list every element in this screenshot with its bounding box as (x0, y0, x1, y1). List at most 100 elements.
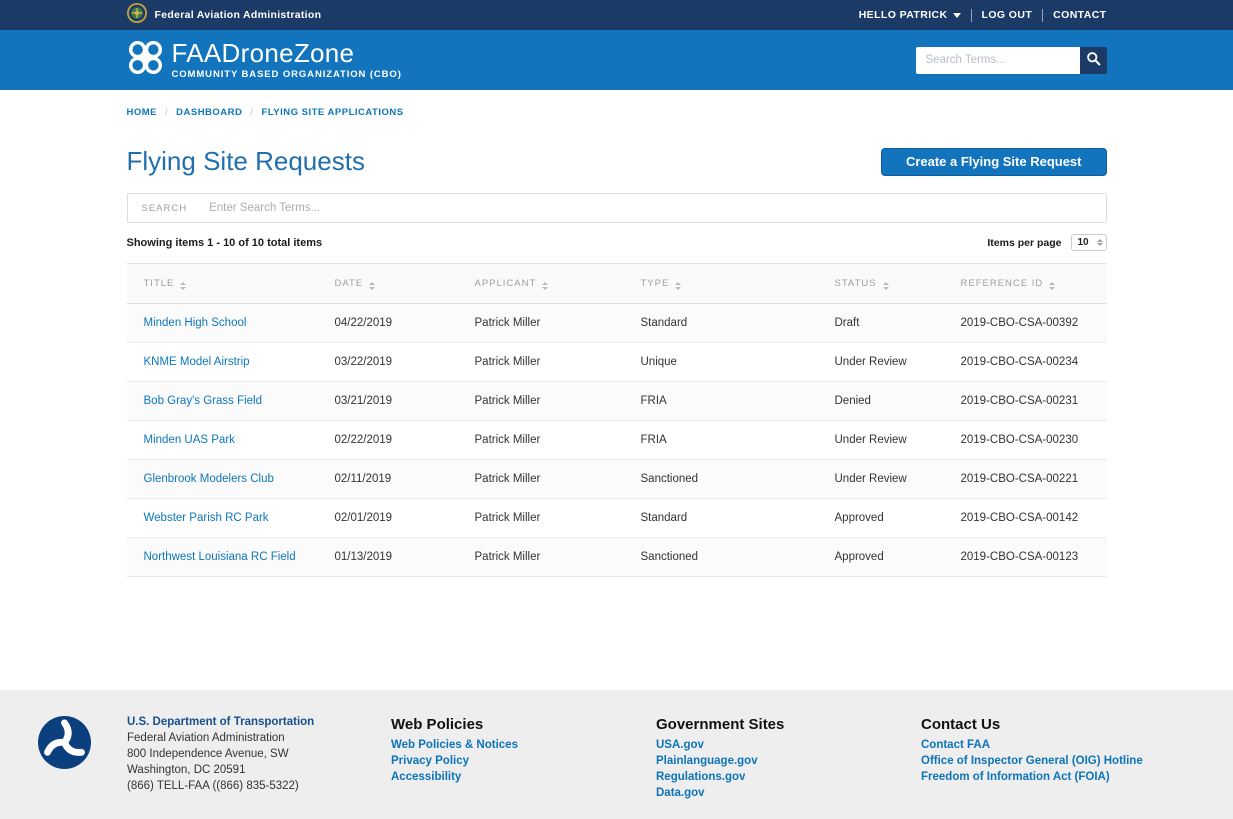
page-footer: U.S. Department of Transportation Federa… (0, 690, 1233, 819)
footer-link-usa-gov[interactable]: USA.gov (656, 737, 921, 753)
agency-label: Federal Aviation Administration (155, 9, 322, 21)
footer-link-office-of-inspector-general-oig-hotline[interactable]: Office of Inspector General (OIG) Hotlin… (921, 753, 1186, 769)
footer-department: U.S. Department of Transportation (127, 716, 391, 728)
column-header-label: REFERENCE ID (961, 278, 1044, 289)
footer-link-web-policies-notices[interactable]: Web Policies & Notices (391, 737, 656, 753)
cell-date: 04/22/2019 (318, 304, 458, 343)
contact-link[interactable]: CONTACT (1053, 9, 1106, 21)
table-body: Minden High School04/22/2019Patrick Mill… (127, 304, 1107, 577)
cell-title: Glenbrook Modelers Club (127, 460, 318, 499)
footer-link-accessibility[interactable]: Accessibility (391, 769, 656, 785)
request-title-link-minden-uas-park[interactable]: Minden UAS Park (144, 434, 235, 446)
footer-address-line: 800 Independence Avenue, SW (127, 746, 391, 762)
cell-title: Minden High School (127, 304, 318, 343)
breadcrumb-link-flying-site-applications[interactable]: FLYING SITE APPLICATIONS (262, 107, 404, 118)
breadcrumb-link-home[interactable]: HOME (127, 107, 158, 118)
chevron-down-icon (953, 13, 961, 18)
column-header-status[interactable]: STATUS (818, 264, 944, 304)
cell-title: Webster Parish RC Park (127, 499, 318, 538)
cell-reference-id: 2019-CBO-CSA-00142 (944, 499, 1107, 538)
cell-title: Bob Gray's Grass Field (127, 382, 318, 421)
table-search-panel: SEARCH (127, 193, 1107, 223)
cell-status: Under Review (818, 460, 944, 499)
cell-title: Minden UAS Park (127, 421, 318, 460)
flying-site-requests-table: TITLE DATE APPLICANT TYPE STATUS REFERENCE ID… (127, 263, 1107, 577)
footer-link-privacy-policy[interactable]: Privacy Policy (391, 753, 656, 769)
cell-type: FRIA (624, 382, 818, 421)
cell-type: Unique (624, 343, 818, 382)
cell-title: Northwest Louisiana RC Field (127, 538, 318, 577)
table-search-input[interactable] (209, 202, 1091, 214)
cell-applicant: Patrick Miller (458, 538, 624, 577)
brand-header: FAADroneZone COMMUNITY BASED ORGANIZATIO… (0, 30, 1233, 90)
breadcrumb: HOME/DASHBOARD/FLYING SITE APPLICATIONS (127, 90, 1107, 126)
request-title-link-northwest-louisiana-rc-field[interactable]: Northwest Louisiana RC Field (144, 551, 296, 563)
dot-logo-icon (38, 716, 91, 769)
items-per-page-select[interactable]: 10 (1071, 234, 1107, 251)
table-row: Minden High School 04/22/2019Patrick Mill… (127, 304, 1107, 343)
items-per-page-label: Items per page (987, 237, 1061, 249)
column-header-type[interactable]: TYPE (624, 264, 818, 304)
footer-column-web-policies: Web Policies Web Policies & NoticesPrivac… (391, 716, 656, 801)
cell-reference-id: 2019-CBO-CSA-00234 (944, 343, 1107, 382)
cell-reference-id: 2019-CBO-CSA-00392 (944, 304, 1107, 343)
footer-link-contact-faa[interactable]: Contact FAA (921, 737, 1186, 753)
footer-column-heading: Web Policies (391, 716, 656, 733)
dronezone-logo-icon (127, 39, 164, 81)
footer-link-plainlanguage-gov[interactable]: Plainlanguage.gov (656, 753, 921, 769)
table-header-row: TITLE DATE APPLICANT TYPE STATUS REFERENCE ID (127, 264, 1107, 304)
logout-link[interactable]: LOG OUT (982, 9, 1033, 21)
brand-name: FAADroneZone (172, 40, 402, 66)
cell-applicant: Patrick Miller (458, 421, 624, 460)
sort-icon (675, 282, 681, 290)
footer-address-lines: Federal Aviation Administration800 Indep… (127, 730, 391, 794)
cell-type: Standard (624, 304, 818, 343)
cell-title: KNME Model Airstrip (127, 343, 318, 382)
footer-address: U.S. Department of Transportation Federa… (127, 716, 391, 794)
table-row: Webster Parish RC Park02/01/2019Patrick … (127, 499, 1107, 538)
column-header-label: TYPE (641, 278, 670, 289)
footer-column-contact-us: Contact UsContact FAAOffice of Inspector… (921, 716, 1186, 801)
items-per-page-value: 10 (1078, 237, 1089, 248)
column-header-applicant[interactable]: APPLICANT (458, 264, 624, 304)
search-label: SEARCH (142, 203, 188, 214)
footer-columns: Web Policies Web Policies & NoticesPrivac… (391, 716, 1233, 801)
footer-address-line: Federal Aviation Administration (127, 730, 391, 746)
sort-icon (180, 282, 186, 290)
create-flying-site-request-button[interactable]: Create a Flying Site Request (881, 148, 1107, 176)
footer-link-data-gov[interactable]: Data.gov (656, 785, 921, 801)
brand-logo[interactable]: FAADroneZone COMMUNITY BASED ORGANIZATIO… (127, 39, 402, 81)
column-header-date[interactable]: DATE (318, 264, 458, 304)
footer-link-freedom-of-information-act-foia[interactable]: Freedom of Information Act (FOIA) (921, 769, 1186, 785)
cell-date: 01/13/2019 (318, 538, 458, 577)
request-title-link-glenbrook-modelers-club[interactable]: Glenbrook Modelers Club (144, 473, 274, 485)
cell-applicant: Patrick Miller (458, 343, 624, 382)
request-title-link-minden-high-school[interactable]: Minden High School (144, 317, 247, 329)
cell-reference-id: 2019-CBO-CSA-00230 (944, 421, 1107, 460)
request-title-link-knme-model-airstrip[interactable]: KNME Model Airstrip (144, 356, 250, 368)
column-header-title[interactable]: TITLE (127, 264, 318, 304)
header-search-button[interactable] (1080, 47, 1107, 74)
faa-seal-icon (127, 3, 147, 28)
footer-link-regulations-gov[interactable]: Regulations.gov (656, 769, 921, 785)
cell-status: Denied (818, 382, 944, 421)
breadcrumb-link-dashboard[interactable]: DASHBOARD (176, 107, 242, 118)
cell-applicant: Patrick Miller (458, 304, 624, 343)
column-header-label: TITLE (144, 278, 175, 289)
cell-type: Sanctioned (624, 460, 818, 499)
showing-items-text: Showing items 1 - 10 of 10 total items (127, 237, 323, 249)
user-greeting: HELLO PATRICK (859, 9, 948, 21)
sort-icon (542, 282, 548, 290)
request-title-link-bob-gray-s-grass-field[interactable]: Bob Gray's Grass Field (144, 395, 263, 407)
user-menu[interactable]: HELLO PATRICK (859, 9, 961, 21)
header-search-input[interactable] (916, 47, 1080, 74)
column-header-label: DATE (335, 278, 364, 289)
cell-applicant: Patrick Miller (458, 499, 624, 538)
divider (1042, 9, 1043, 22)
table-row: KNME Model Airstrip 03/22/2019Patrick Mil… (127, 343, 1107, 382)
request-title-link-webster-parish-rc-park[interactable]: Webster Parish RC Park (144, 512, 269, 524)
cell-reference-id: 2019-CBO-CSA-00221 (944, 460, 1107, 499)
cell-date: 03/21/2019 (318, 382, 458, 421)
cell-date: 03/22/2019 (318, 343, 458, 382)
column-header-reference-id[interactable]: REFERENCE ID (944, 264, 1107, 304)
